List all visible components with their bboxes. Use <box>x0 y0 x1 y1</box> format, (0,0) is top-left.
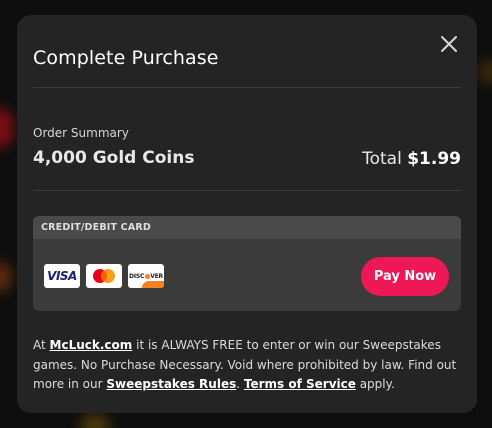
modal-title: Complete Purchase <box>33 47 219 69</box>
sweepstakes-disclaimer: At McLuck.com it is ALWAYS FREE to enter… <box>33 336 463 395</box>
terms-of-service-link[interactable]: Terms of Service <box>244 377 356 391</box>
close-icon <box>441 36 457 52</box>
sweepstakes-rules-link[interactable]: Sweepstakes Rules <box>106 377 236 391</box>
pay-now-button[interactable]: Pay Now <box>361 257 449 296</box>
mcluck-link[interactable]: McLuck.com <box>50 338 133 352</box>
discover-wordmark: DISC VER <box>129 273 163 280</box>
mastercard-circles <box>93 269 115 283</box>
visa-logo-text: VISA <box>47 269 77 283</box>
disclaimer-text: At <box>33 338 50 352</box>
disclaimer-text: apply. <box>355 377 395 392</box>
order-total: Total $1.99 <box>362 149 461 169</box>
background-glow <box>0 108 14 148</box>
discover-text-a: DISC <box>129 272 145 280</box>
product-name: 4,000 Gold Coins <box>33 148 195 168</box>
close-button[interactable] <box>437 32 461 56</box>
card-logos: VISA DISC VER <box>44 264 164 288</box>
background-glow <box>478 60 492 84</box>
visa-logo-icon: VISA <box>44 264 80 288</box>
mastercard-logo-icon <box>86 264 122 288</box>
divider <box>33 190 461 191</box>
discover-dot <box>144 273 150 279</box>
discover-logo-icon: DISC VER <box>128 264 164 288</box>
background-glow <box>80 414 110 428</box>
purchase-modal: Complete Purchase Order Summary 4,000 Go… <box>17 15 477 413</box>
total-amount: $1.99 <box>407 149 461 169</box>
disclaimer-text: . <box>236 377 244 392</box>
order-summary-label: Order Summary <box>33 126 129 140</box>
payment-method-label: CREDIT/DEBIT CARD <box>33 216 461 239</box>
payment-method-panel: CREDIT/DEBIT CARD VISA DISC VER Pay Now <box>33 216 461 311</box>
total-label: Total <box>362 149 402 169</box>
discover-stripe <box>142 281 164 288</box>
discover-text-b: VER <box>150 272 163 280</box>
divider <box>33 87 461 88</box>
background-glow <box>0 262 12 292</box>
